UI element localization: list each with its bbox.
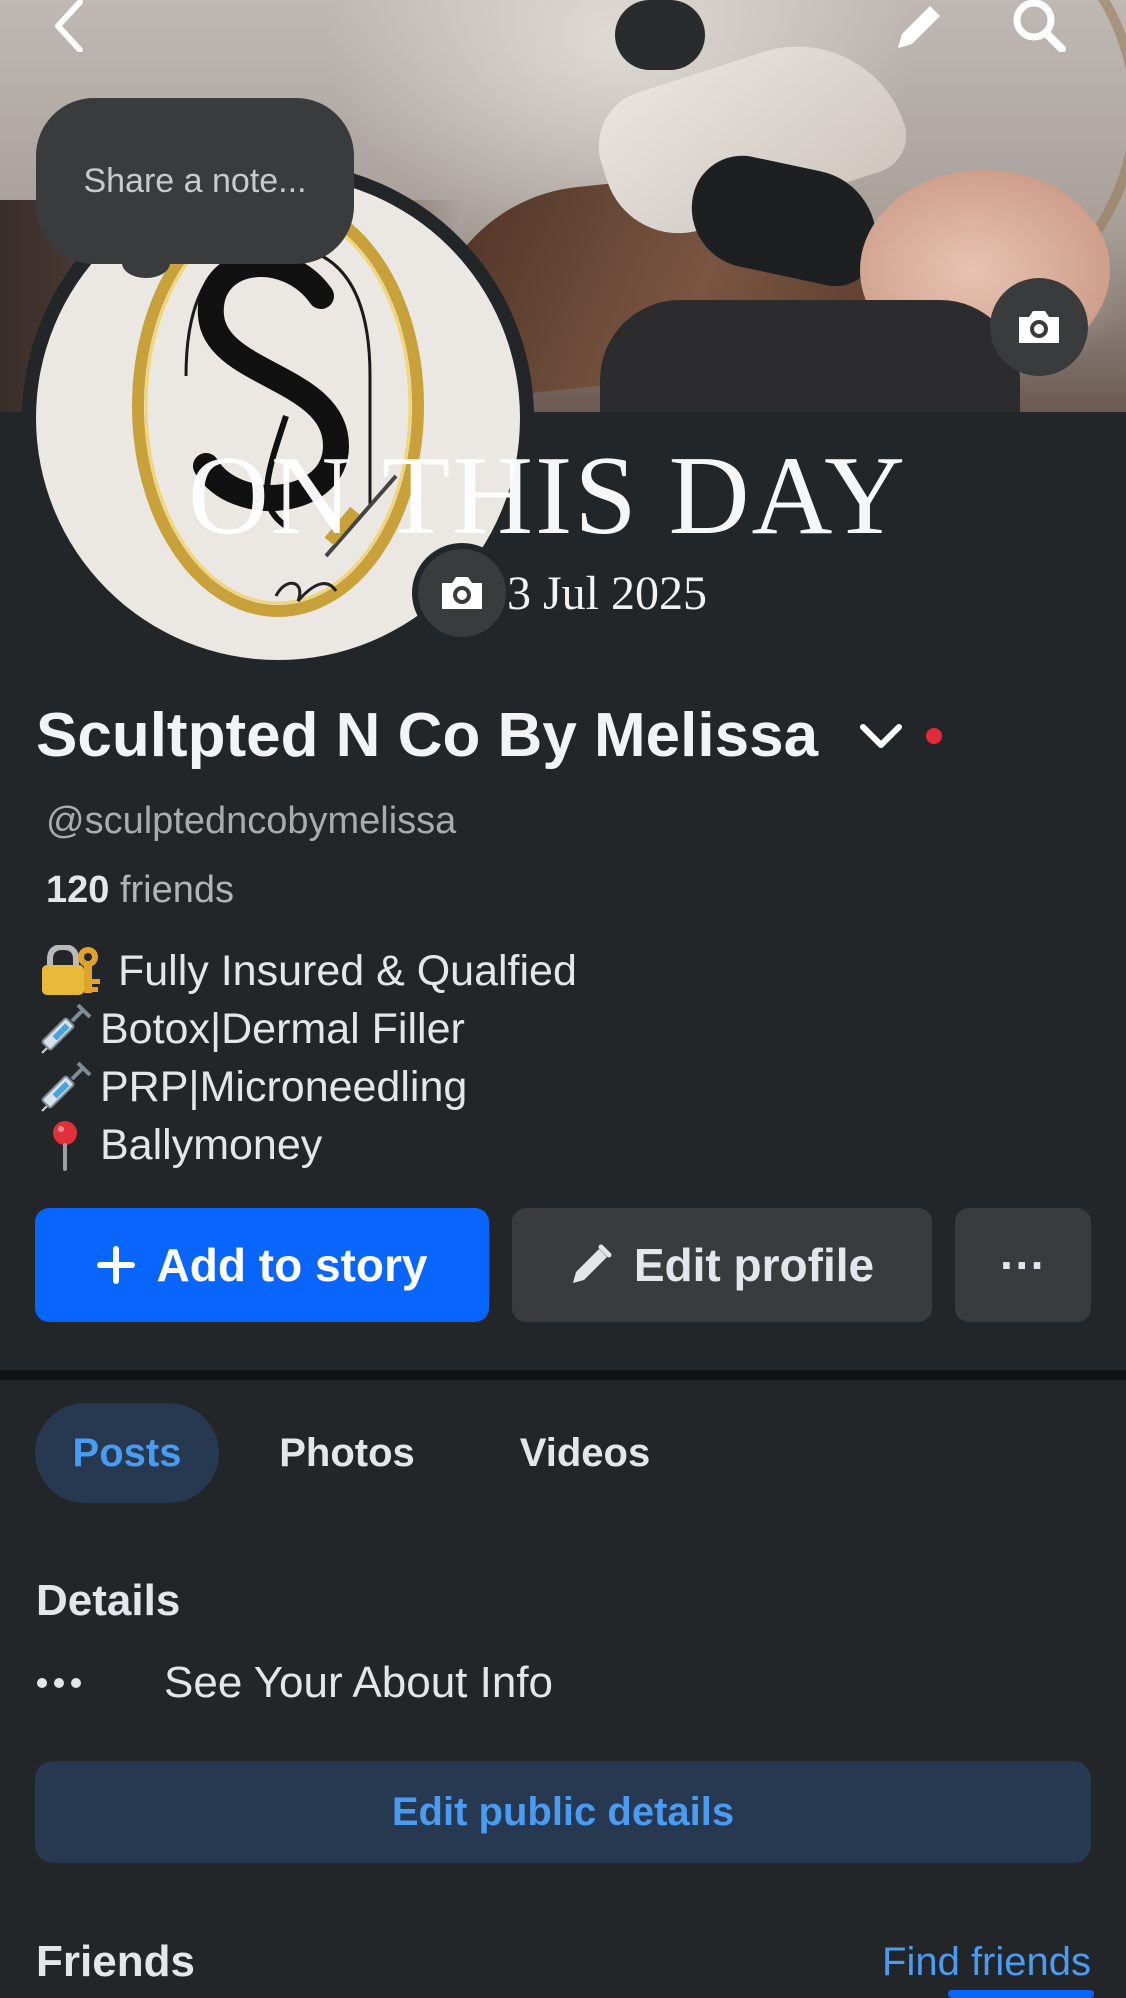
bio-text: Botox|Dermal Filler [100,1004,465,1053]
add-to-story-button[interactable]: Add to story [35,1208,489,1322]
tab-posts[interactable]: Posts [35,1403,219,1503]
bio-text: Ballymoney [100,1120,323,1169]
pin-icon [36,1119,94,1171]
more-dots-icon [36,1655,96,1711]
profile-page: Share a note... ON THIS DAY 3 Jul 2025 S… [0,0,1126,1998]
bio-text: PRP|Microneedling [100,1062,468,1111]
edit-public-details-label: Edit public details [391,1789,735,1834]
see-about-info-text: See Your About Info [164,1658,554,1707]
bio-line: Botox|Dermal Filler [36,1000,577,1058]
camera-icon[interactable] [990,278,1088,376]
tab-photos[interactable]: Photos [252,1403,442,1503]
more-options-label: ··· [1000,1239,1046,1291]
edit-profile-button[interactable]: Edit profile [512,1208,932,1322]
syringe-icon [36,1003,94,1055]
pencil-icon [570,1244,612,1286]
plus-icon [96,1246,135,1284]
share-note-bubble[interactable]: Share a note... [36,98,354,264]
profile-name-row: Scultpted N Co By Melissa [36,700,943,771]
search-icon[interactable] [1010,0,1070,52]
bio: Fully Insured & Qualfied Botox|Dermal Fi… [36,942,577,1174]
friends-count: 120 [46,869,110,911]
profile-handle: @sculptedncobymelissa [46,800,457,842]
find-friends-link[interactable]: Find friends [882,1940,1091,1985]
edit-public-details-button[interactable]: Edit public details [35,1761,1091,1863]
share-note-placeholder: Share a note... [83,161,307,200]
syringe-icon [36,1061,94,1113]
more-options-button[interactable]: ··· [955,1208,1091,1322]
edit-profile-label: Edit profile [633,1239,875,1291]
friends-count-link[interactable]: 120 friends [46,869,234,912]
profile-name: Scultpted N Co By Melissa [36,701,819,770]
section-divider [0,1370,1126,1380]
friends-label: friends [119,869,235,911]
bio-text: Fully Insured & Qualfied [118,946,577,995]
pencil-icon[interactable] [888,0,948,52]
details-title: Details [36,1576,181,1625]
chevron-down-icon[interactable] [854,709,908,763]
find-friends-underline [948,1990,1094,1998]
on-this-day-date: 3 Jul 2025 [507,567,708,620]
tab-videos[interactable]: Videos [490,1403,680,1503]
bio-line: PRP|Microneedling [36,1058,577,1116]
lock-key-icon [36,945,106,997]
back-icon[interactable] [40,0,100,52]
bio-line: Ballymoney [36,1116,577,1174]
see-about-info-link[interactable]: See Your About Info [36,1655,553,1711]
add-to-story-label: Add to story [156,1239,428,1291]
bio-line: Fully Insured & Qualfied [36,942,577,1000]
notification-dot [926,727,943,744]
on-this-day-title: ON THIS DAY [188,434,907,558]
friends-section-title: Friends [36,1937,195,1986]
